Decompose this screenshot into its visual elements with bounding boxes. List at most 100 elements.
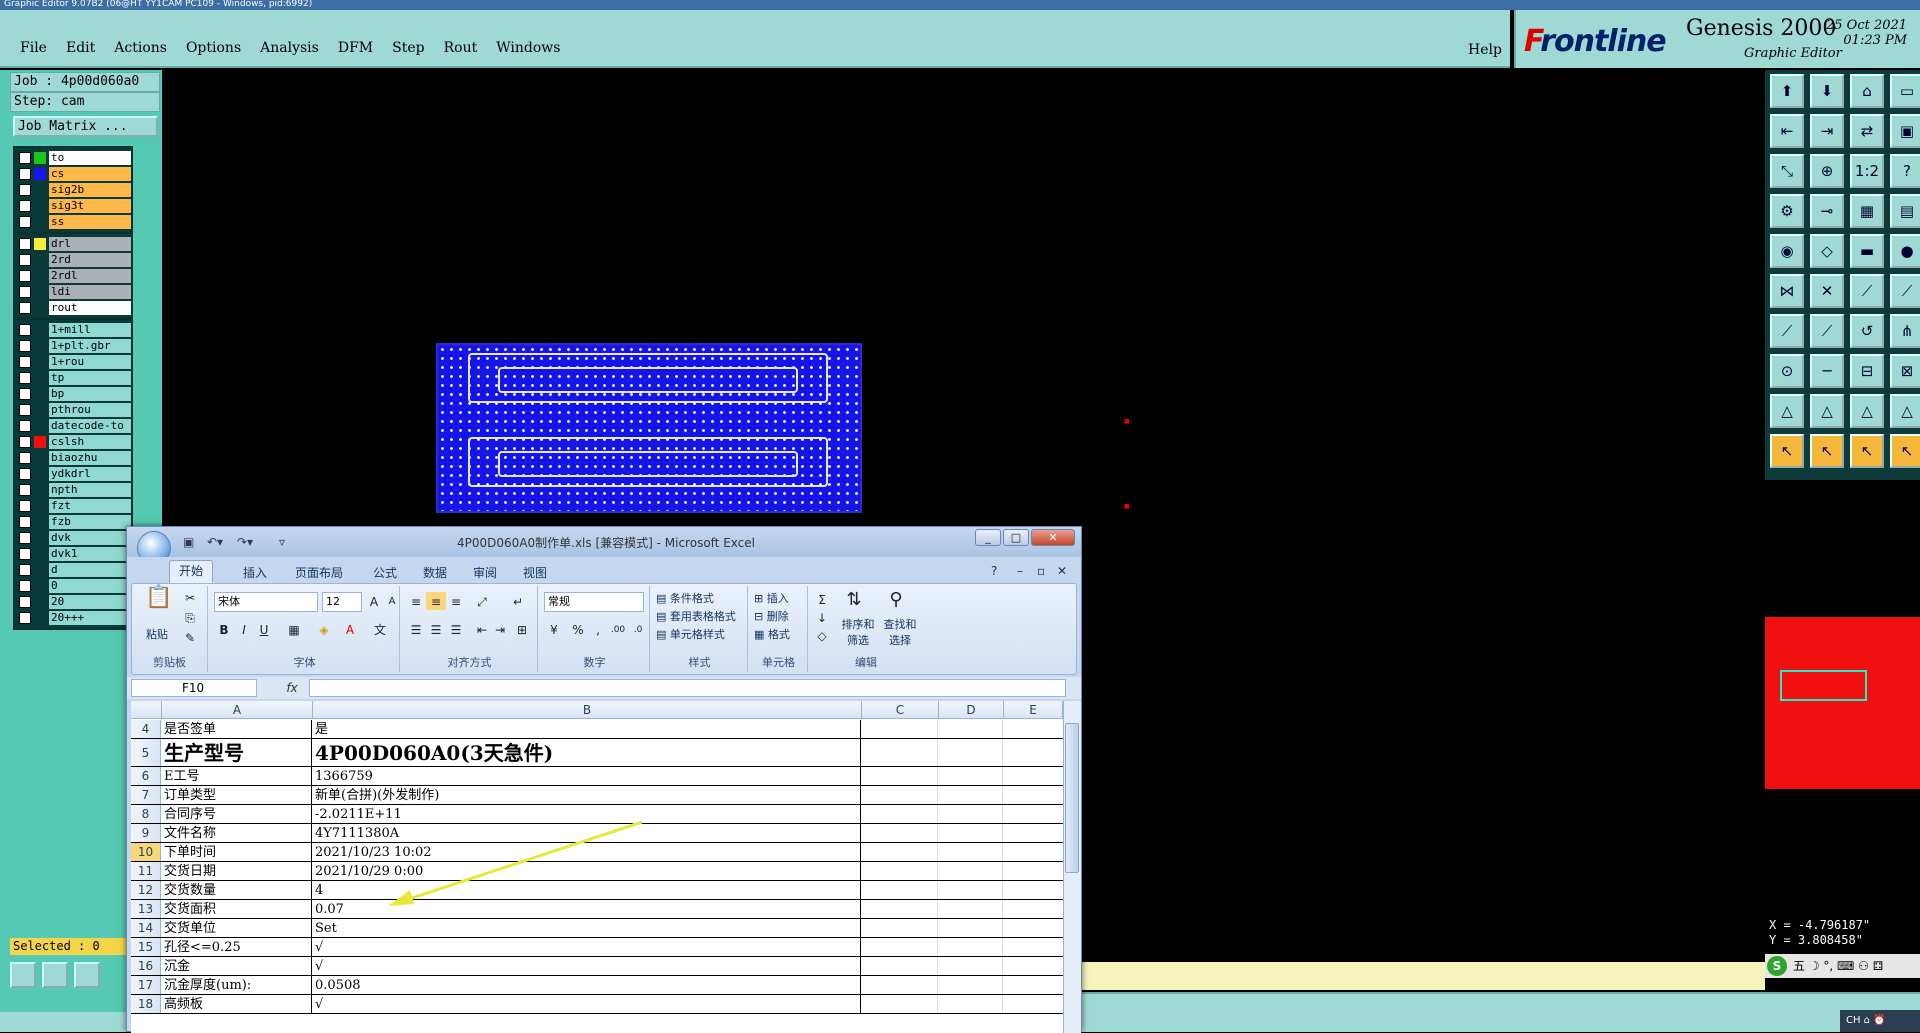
cell-a[interactable]: 交货单位 xyxy=(162,919,312,937)
line-icon[interactable]: ▬ xyxy=(1850,234,1884,268)
cell-a[interactable]: 高频板 xyxy=(162,995,312,1013)
orientation-icon[interactable]: ⤢ xyxy=(472,592,492,610)
column-header-d[interactable]: D xyxy=(939,701,1004,719)
close-icon[interactable]: ✕ xyxy=(1031,529,1075,546)
ime-toolbar[interactable]: 五 ☽ °, ⌨ ⚇ ⚃ xyxy=(1765,954,1920,978)
cell-b[interactable]: √ xyxy=(313,938,861,956)
minimize-icon[interactable]: _ xyxy=(975,529,1001,546)
cell-a[interactable]: 交货数量 xyxy=(162,881,312,899)
select-icon[interactable]: ↖ xyxy=(1770,434,1804,468)
layer-checkbox[interactable] xyxy=(19,436,31,448)
menu-help[interactable]: Help xyxy=(1468,42,1502,58)
pan-right-icon[interactable]: ⇥ xyxy=(1810,114,1844,148)
row-number[interactable]: 18 xyxy=(131,995,161,1013)
cell-d[interactable] xyxy=(939,957,1003,975)
autosum-icon[interactable]: Σ xyxy=(812,590,832,608)
layer-row-sig3t[interactable]: sig3t xyxy=(15,198,131,214)
layer-checkbox[interactable] xyxy=(19,420,31,432)
table-row[interactable]: 6 E工号 1366759 xyxy=(131,767,1063,786)
layer-checkbox[interactable] xyxy=(19,200,31,212)
zoom-tool-button[interactable] xyxy=(10,962,36,988)
layer-checkbox[interactable] xyxy=(19,270,31,282)
cell-a[interactable]: E工号 xyxy=(162,767,312,785)
layer-name[interactable]: drl xyxy=(49,237,131,251)
triangle2-icon[interactable]: △ xyxy=(1810,394,1844,428)
layer-name[interactable]: 2rd xyxy=(49,253,131,267)
menu-options[interactable]: Options xyxy=(186,40,241,56)
layer-checkbox[interactable] xyxy=(19,152,31,164)
font-name-select[interactable]: 宋体 xyxy=(214,592,318,612)
layer-name[interactable]: tp xyxy=(49,371,131,385)
row-number[interactable]: 9 xyxy=(131,824,161,842)
cell-a[interactable]: 交货日期 xyxy=(162,862,312,880)
cell-a[interactable]: 下单时间 xyxy=(162,843,312,861)
cell-d[interactable] xyxy=(939,786,1003,804)
cell-styles-button[interactable]: ▤ 单元格样式 xyxy=(656,626,725,642)
row-number[interactable]: 7 xyxy=(131,786,161,804)
segment-icon[interactable]: ─ xyxy=(1810,354,1844,388)
phonetic-icon[interactable]: 文 xyxy=(370,620,390,638)
find-select-button[interactable]: 查找和选择 xyxy=(880,616,920,648)
layer-checkbox[interactable] xyxy=(19,286,31,298)
decrease-decimal-icon[interactable]: .0 xyxy=(628,620,648,638)
select4-icon[interactable]: ↖ xyxy=(1890,434,1920,468)
maximize-icon[interactable]: □ xyxy=(1003,529,1029,546)
paste-icon[interactable]: 📋 xyxy=(144,587,174,624)
layer-checkbox[interactable] xyxy=(19,356,31,368)
row-number[interactable]: 12 xyxy=(131,881,161,899)
menu-step[interactable]: Step xyxy=(392,40,424,56)
cell-d[interactable] xyxy=(939,995,1003,1013)
home-icon[interactable]: ⌂ xyxy=(1850,74,1884,108)
formula-input[interactable] xyxy=(309,679,1066,697)
zoom-out-icon[interactable]: ⬇ xyxy=(1810,74,1844,108)
wrap-text-icon[interactable]: ↵ xyxy=(508,592,528,610)
layers-icon[interactable]: ▤ xyxy=(1890,194,1920,228)
layer-row-bp[interactable]: bp xyxy=(15,386,131,402)
increase-decimal-icon[interactable]: .00 xyxy=(608,620,628,638)
layer-row-1-rou[interactable]: 1+rou xyxy=(15,354,131,370)
fit-icon[interactable]: ⤡ xyxy=(1770,154,1804,188)
layer-name[interactable]: npth xyxy=(49,483,131,497)
menu-analysis[interactable]: Analysis xyxy=(260,40,319,56)
menu-file[interactable]: File xyxy=(20,40,47,56)
italic-icon[interactable]: I xyxy=(234,620,254,638)
cell-c[interactable] xyxy=(862,767,938,785)
excel-title-bar[interactable]: 4P00D060A0制作单.xls [兼容模式] - Microsoft Exc… xyxy=(127,527,1081,557)
layer-checkbox[interactable] xyxy=(19,372,31,384)
cut-icon[interactable]: ✂ xyxy=(180,588,200,606)
layer-name[interactable]: bp xyxy=(49,387,131,401)
layer-checkbox[interactable] xyxy=(19,216,31,228)
job-matrix-button[interactable]: Job Matrix ... xyxy=(13,116,158,137)
layer-name[interactable]: datecode-to xyxy=(49,419,131,433)
cell-d[interactable] xyxy=(939,919,1003,937)
cell-c[interactable] xyxy=(862,957,938,975)
select-all-corner[interactable] xyxy=(131,701,162,719)
draw-line-icon[interactable]: ⟋ xyxy=(1850,274,1884,308)
layer-row-datecode-to[interactable]: datecode-to xyxy=(15,418,131,434)
insert-cells-button[interactable]: ⊞ 插入 xyxy=(754,590,789,606)
grow-font-icon[interactable]: A xyxy=(364,592,384,610)
insert-function-icon[interactable]: fx xyxy=(277,679,307,697)
triangle3-icon[interactable]: △ xyxy=(1850,394,1884,428)
cell-c[interactable] xyxy=(862,976,938,994)
measure-tool-button[interactable] xyxy=(42,962,68,988)
layer-name[interactable]: d xyxy=(49,563,131,577)
box-icon[interactable]: ⊟ xyxy=(1850,354,1884,388)
layer-name[interactable]: 20 xyxy=(49,595,131,609)
layer-name[interactable]: to xyxy=(49,151,131,165)
column-header-a[interactable]: A xyxy=(162,701,313,719)
system-tray[interactable]: CH ⌂ ⏰ xyxy=(1840,1010,1920,1032)
cell-b[interactable]: 1366759 xyxy=(313,767,861,785)
dot-icon[interactable]: ● xyxy=(1890,234,1920,268)
layer-name[interactable]: dvk xyxy=(49,531,131,545)
align-right-icon[interactable]: ☰ xyxy=(446,620,466,638)
layer-row-20-[interactable]: 20+++ xyxy=(15,610,131,626)
table-row[interactable]: 5 生产型号 4P00D060A0(3天急件) xyxy=(131,739,1063,767)
row-number[interactable]: 4 xyxy=(131,720,161,738)
layer-name[interactable]: ss xyxy=(49,215,131,229)
layer-name[interactable]: sig3t xyxy=(49,199,131,213)
cell-a[interactable]: 是否签单 xyxy=(162,720,312,738)
layer-row-rout[interactable]: rout xyxy=(15,300,131,316)
tab-view[interactable]: 视图 xyxy=(523,564,547,581)
layer-checkbox[interactable] xyxy=(19,500,31,512)
